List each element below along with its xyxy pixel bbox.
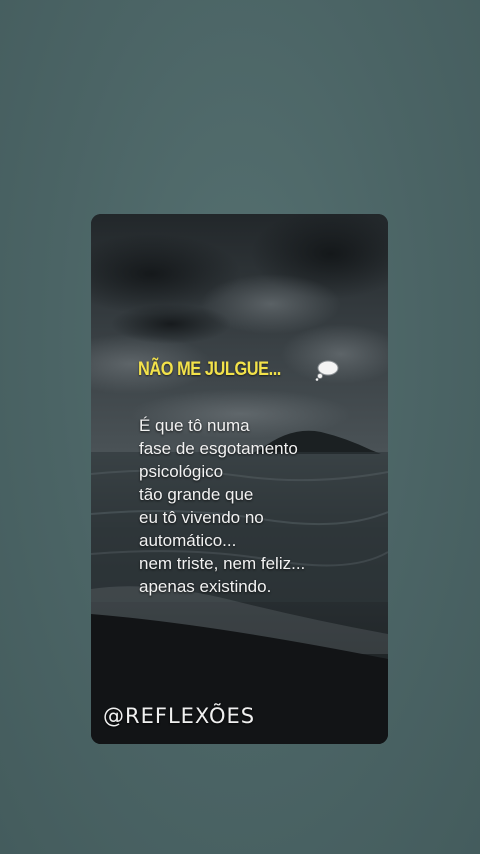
quote-line: tão grande que <box>139 485 254 504</box>
quote-title: NÃO ME JULGUE... <box>138 359 281 380</box>
quote-body: É que tô numa fase de esgotamento psicol… <box>139 414 379 598</box>
quote-line: automático... <box>139 531 237 550</box>
quote-line: nem triste, nem feliz... <box>139 554 306 573</box>
thought-bubble-icon <box>315 360 339 381</box>
quote-line: É que tô numa <box>139 416 250 435</box>
quote-line: eu tô vivendo no <box>139 508 264 527</box>
quote-line: psicológico <box>139 462 224 481</box>
quote-line: fase de esgotamento <box>139 439 298 458</box>
account-handle[interactable]: @REFLEXÕES <box>103 704 255 728</box>
quote-line: apenas existindo. <box>139 577 272 596</box>
quote-card[interactable]: NÃO ME JULGUE... É que tô numa fase de e… <box>91 214 388 744</box>
page-background: NÃO ME JULGUE... É que tô numa fase de e… <box>0 0 480 854</box>
title-row: NÃO ME JULGUE... <box>138 359 340 381</box>
